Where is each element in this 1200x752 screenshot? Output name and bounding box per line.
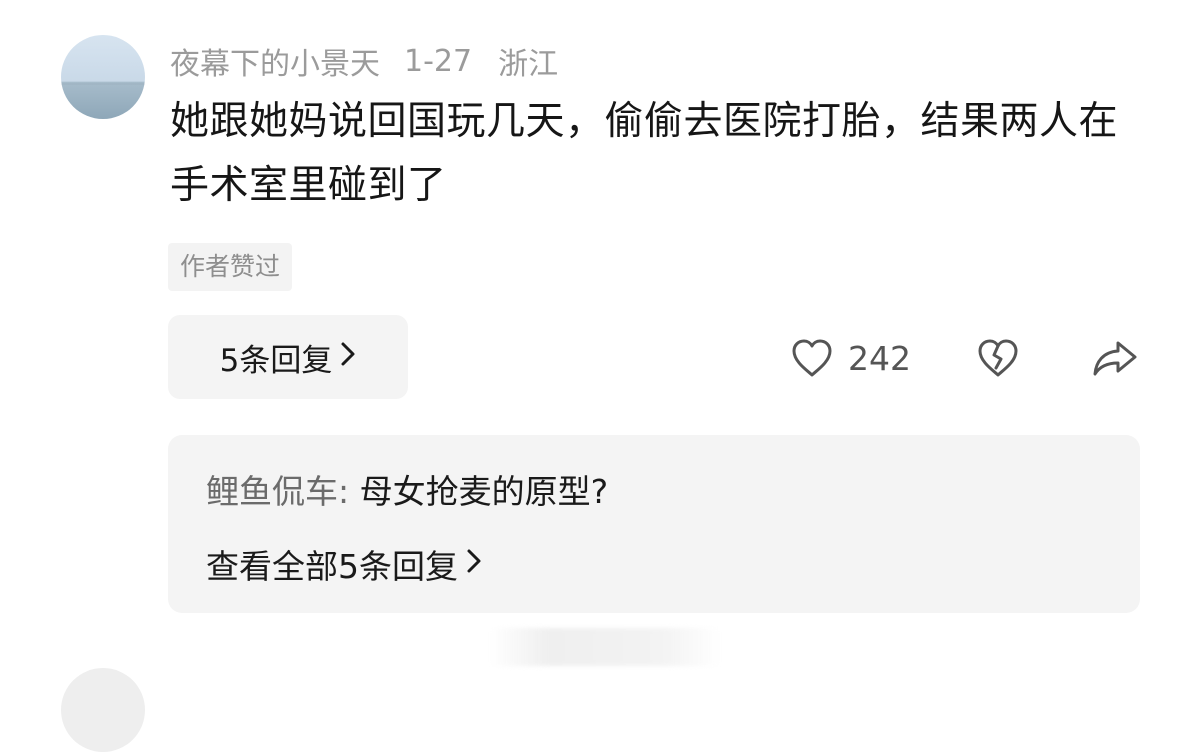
- view-all-replies-link[interactable]: 查看全部5条回复: [206, 540, 482, 588]
- author-liked-badge: 作者赞过: [168, 243, 293, 291]
- username[interactable]: 夜幕下的小景天: [170, 39, 380, 83]
- next-comment-avatar: [61, 668, 145, 752]
- heart-outline-icon[interactable]: [790, 337, 834, 379]
- reply-preview-line: 鲤鱼侃车: 母女抢麦的原型?: [206, 465, 608, 513]
- dislike-button[interactable]: [975, 330, 1021, 386]
- comment-date: 1-27: [404, 43, 473, 79]
- comment-meta: 夜幕下的小景天 1-27 浙江: [170, 39, 559, 83]
- reply-separator: :: [338, 472, 360, 511]
- view-replies-button[interactable]: 5条回复: [168, 315, 408, 399]
- broken-heart-icon: [975, 337, 1021, 379]
- chevron-right-icon: [466, 547, 482, 582]
- like-group[interactable]: 242: [790, 330, 911, 386]
- share-button[interactable]: [1090, 330, 1140, 386]
- user-avatar[interactable]: [61, 35, 145, 119]
- comment-location: 浙江: [498, 47, 559, 82]
- view-all-label: 查看全部5条回复: [206, 547, 458, 586]
- reply-preview-box[interactable]: 鲤鱼侃车: 母女抢麦的原型? 查看全部5条回复: [168, 435, 1140, 613]
- reply-button-label: 5条回复: [219, 342, 333, 379]
- reply-text: 母女抢麦的原型?: [359, 472, 609, 511]
- reply-author[interactable]: 鲤鱼侃车: [206, 472, 338, 511]
- share-arrow-icon: [1090, 337, 1140, 379]
- comment-text: 她跟她妈说回国玩几天，偷偷去医院打胎，结果两人在手术室里碰到了: [170, 99, 1119, 208]
- avatar-horizon: [61, 83, 145, 85]
- like-count: 242: [848, 338, 911, 378]
- loading-placeholder: [490, 628, 720, 666]
- chevron-right-icon: [340, 340, 356, 375]
